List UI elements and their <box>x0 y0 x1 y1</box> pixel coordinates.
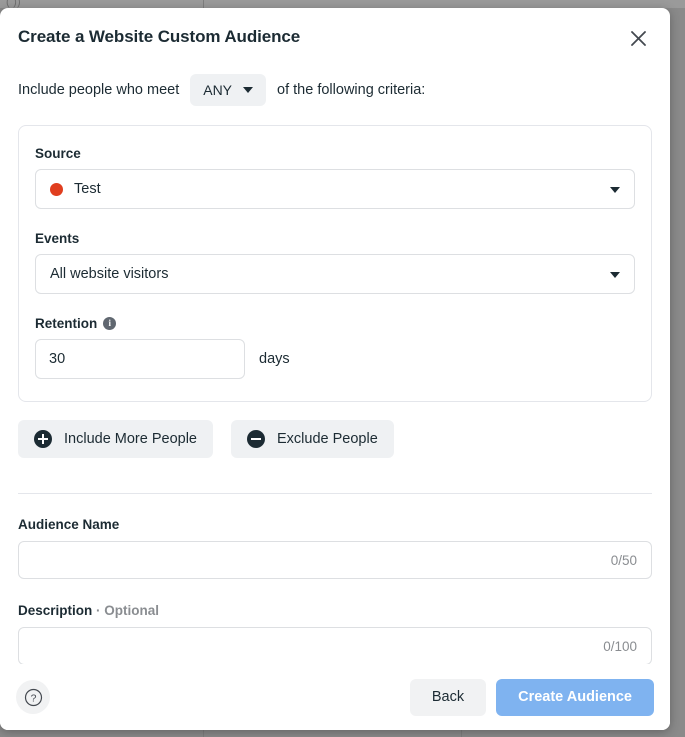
audience-name-field[interactable]: 0/50 <box>18 541 652 579</box>
audience-name-counter: 0/50 <box>610 552 637 568</box>
match-type-dropdown[interactable]: ANY <box>190 74 267 106</box>
dialog-title: Create a Website Custom Audience <box>18 27 301 46</box>
source-label: Source <box>35 146 635 161</box>
chevron-down-icon <box>243 87 254 93</box>
dialog-footer: ? Back Create Audience <box>0 664 670 730</box>
description-label-text: Description <box>18 603 93 618</box>
events-label: Events <box>35 231 635 246</box>
exclude-people-label: Exclude People <box>277 431 378 447</box>
minus-circle-icon <box>247 430 265 448</box>
retention-row: days <box>35 339 635 379</box>
events-select[interactable]: All website visitors <box>35 254 635 294</box>
description-input[interactable] <box>33 637 596 655</box>
retention-input[interactable] <box>35 339 245 379</box>
criteria-row: Include people who meet ANY of the follo… <box>0 66 670 110</box>
include-more-people-label: Include More People <box>64 431 197 447</box>
match-type-value: ANY <box>203 82 233 98</box>
dialog-header: Create a Website Custom Audience <box>0 8 670 66</box>
audience-details-section: Audience Name 0/50 Description · Optiona… <box>0 494 670 665</box>
close-icon[interactable] <box>622 22 654 54</box>
page-background-top: ( )) <box>0 0 685 8</box>
audience-name-input[interactable] <box>33 551 603 569</box>
exclude-people-button[interactable]: Exclude People <box>231 420 394 458</box>
create-audience-button[interactable]: Create Audience <box>496 678 654 716</box>
background-ghost-text: ( )) <box>6 0 21 8</box>
include-more-people-button[interactable]: Include More People <box>18 420 213 458</box>
events-label-text: Events <box>35 231 80 246</box>
events-value: All website visitors <box>50 266 169 282</box>
chevron-down-icon <box>610 187 620 193</box>
description-label: Description · Optional <box>18 603 652 618</box>
criteria-suffix-label: of the following criteria: <box>277 82 426 98</box>
source-value: Test <box>74 181 101 197</box>
plus-circle-icon <box>34 430 52 448</box>
svg-text:?: ? <box>30 692 36 704</box>
source-select[interactable]: Test <box>35 169 635 209</box>
back-button[interactable]: Back <box>409 678 487 716</box>
create-website-custom-audience-dialog: Create a Website Custom Audience Include… <box>0 8 670 730</box>
source-status-dot <box>50 182 63 196</box>
rule-card: Source Test Events All website visitors … <box>18 125 652 402</box>
source-label-text: Source <box>35 146 81 161</box>
audience-name-label-text: Audience Name <box>18 517 120 532</box>
question-mark-icon[interactable]: ? <box>16 680 50 714</box>
description-field[interactable]: 0/100 <box>18 627 652 665</box>
info-icon[interactable]: i <box>103 317 117 330</box>
audience-name-label: Audience Name <box>18 517 652 532</box>
retention-label: Retention i <box>35 316 635 331</box>
retention-unit-label: days <box>259 351 290 367</box>
description-optional-label: · Optional <box>96 603 160 618</box>
audience-action-buttons: Include More People Exclude People <box>0 402 670 458</box>
chevron-down-icon <box>610 272 620 278</box>
description-counter: 0/100 <box>603 638 637 654</box>
retention-label-text: Retention <box>35 316 98 331</box>
criteria-prefix-label: Include people who meet <box>18 82 180 98</box>
